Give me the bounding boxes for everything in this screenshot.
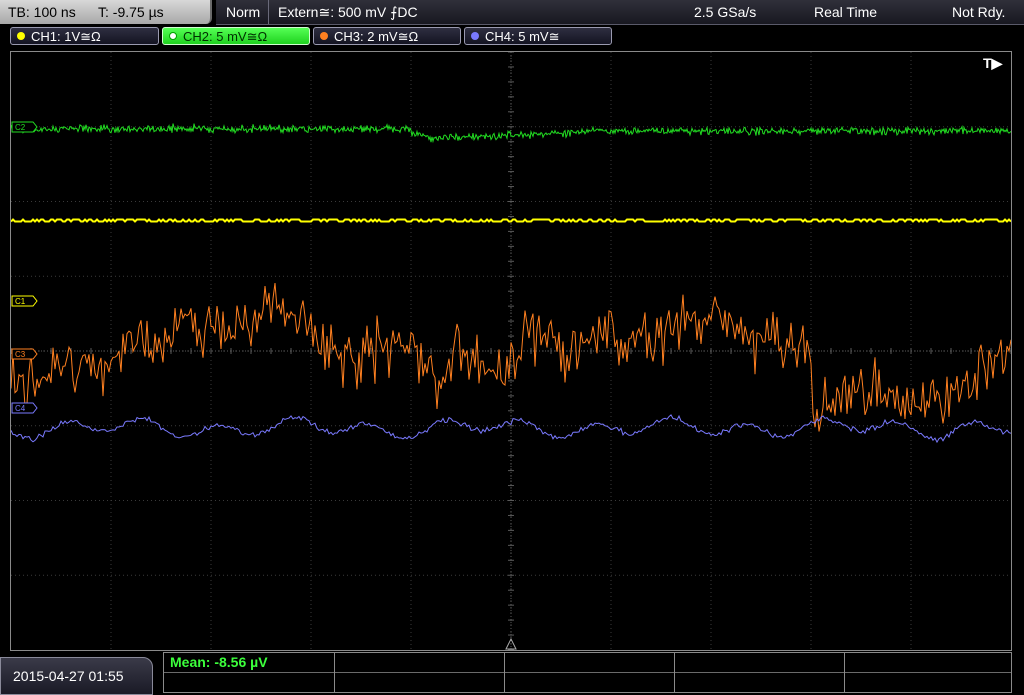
timebase-box[interactable]: TB: 100 ns T: -9.75 µs bbox=[0, 0, 212, 24]
ch2-label: CH2: 5 mV≅Ω bbox=[183, 29, 268, 44]
ch3-marker-text: C3 bbox=[15, 350, 26, 359]
measurement-panel[interactable]: Mean: -8.56 µV bbox=[163, 652, 1012, 693]
ch2-color-dot bbox=[169, 32, 177, 40]
waveform-display[interactable]: C1 C2 C3 C4 T▶ bbox=[10, 51, 1012, 651]
ch3-color-dot bbox=[320, 32, 328, 40]
trigger-source-label[interactable]: Extern≅: 500 mV ⨍DC bbox=[278, 4, 418, 21]
ch1-label: CH1: 1V≅Ω bbox=[31, 29, 101, 44]
ch1-offset-marker[interactable]: C1 bbox=[11, 295, 38, 307]
datetime-label: 2015-04-27 01:55 bbox=[13, 668, 124, 684]
trigger-level-marker[interactable]: T▶ bbox=[983, 55, 1004, 71]
acquisition-mode-label[interactable]: Real Time bbox=[814, 4, 877, 20]
mean-measurement: Mean: -8.56 µV bbox=[170, 654, 268, 670]
sample-rate-label: 2.5 GSa/s bbox=[694, 4, 757, 20]
ch2-marker-text: C2 bbox=[15, 123, 26, 132]
ch1-marker-text: C1 bbox=[15, 297, 26, 306]
trigger-mode-label[interactable]: Norm bbox=[226, 4, 260, 20]
ch3-label: CH3: 2 mV≅Ω bbox=[334, 29, 419, 44]
datetime-box: 2015-04-27 01:55 bbox=[0, 657, 153, 695]
acquisition-status-bar[interactable]: Norm Extern≅: 500 mV ⨍DC 2.5 GSa/s Real … bbox=[216, 0, 1024, 25]
ch3-offset-marker[interactable]: C3 bbox=[11, 348, 38, 360]
tab-ch1[interactable]: CH1: 1V≅Ω bbox=[10, 27, 159, 45]
ch1-trace bbox=[11, 218, 1011, 223]
ch1-color-dot bbox=[17, 32, 25, 40]
tab-ch4[interactable]: CH4: 5 mV≅ bbox=[464, 27, 612, 45]
tab-ch2[interactable]: CH2: 5 mV≅Ω bbox=[162, 27, 310, 45]
top-status-bar: TB: 100 ns T: -9.75 µs Norm Extern≅: 500… bbox=[0, 0, 1024, 25]
status-label: Not Rdy. bbox=[952, 4, 1006, 20]
ch4-color-dot bbox=[471, 32, 479, 40]
ch4-marker-text: C4 bbox=[15, 404, 26, 413]
trigger-time-label: T: -9.75 µs bbox=[98, 4, 164, 20]
ch2-offset-marker[interactable]: C2 bbox=[11, 121, 38, 133]
ch4-offset-marker[interactable]: C4 bbox=[11, 402, 38, 414]
ch4-label: CH4: 5 mV≅ bbox=[485, 29, 560, 44]
timebase-label: TB: 100 ns bbox=[8, 4, 76, 20]
tab-ch3[interactable]: CH3: 2 mV≅Ω bbox=[313, 27, 461, 45]
waveform-canvas[interactable]: C1 C2 C3 C4 T▶ bbox=[11, 52, 1011, 650]
